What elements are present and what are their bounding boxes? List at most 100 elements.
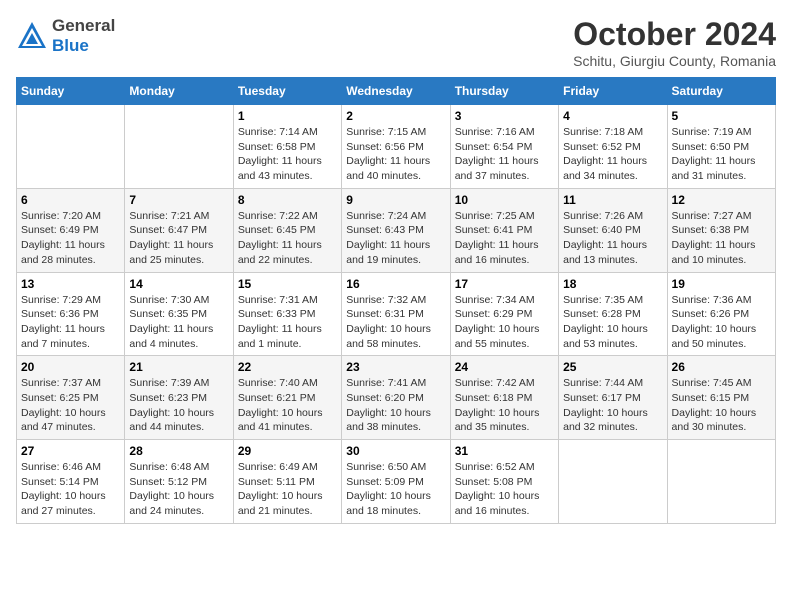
table-row: 28 Sunrise: 6:48 AMSunset: 5:12 PMDaylig… xyxy=(125,440,233,524)
day-number: 12 xyxy=(672,193,771,207)
table-row: 15 Sunrise: 7:31 AMSunset: 6:33 PMDaylig… xyxy=(233,272,341,356)
table-row: 6 Sunrise: 7:20 AMSunset: 6:49 PMDayligh… xyxy=(17,188,125,272)
col-monday: Monday xyxy=(125,78,233,105)
logo-text: General Blue xyxy=(52,16,115,56)
day-info: Sunrise: 7:20 AMSunset: 6:49 PMDaylight:… xyxy=(21,209,120,268)
day-info: Sunrise: 7:16 AMSunset: 6:54 PMDaylight:… xyxy=(455,125,554,184)
day-info: Sunrise: 7:32 AMSunset: 6:31 PMDaylight:… xyxy=(346,293,445,352)
logo-general: General xyxy=(52,16,115,36)
table-row: 23 Sunrise: 7:41 AMSunset: 6:20 PMDaylig… xyxy=(342,356,450,440)
table-row: 19 Sunrise: 7:36 AMSunset: 6:26 PMDaylig… xyxy=(667,272,775,356)
col-wednesday: Wednesday xyxy=(342,78,450,105)
calendar-week-row: 1 Sunrise: 7:14 AMSunset: 6:58 PMDayligh… xyxy=(17,105,776,189)
day-number: 9 xyxy=(346,193,445,207)
table-row: 14 Sunrise: 7:30 AMSunset: 6:35 PMDaylig… xyxy=(125,272,233,356)
table-row: 5 Sunrise: 7:19 AMSunset: 6:50 PMDayligh… xyxy=(667,105,775,189)
table-row: 30 Sunrise: 6:50 AMSunset: 5:09 PMDaylig… xyxy=(342,440,450,524)
month-title: October 2024 xyxy=(573,16,776,53)
day-info: Sunrise: 7:14 AMSunset: 6:58 PMDaylight:… xyxy=(238,125,337,184)
table-row: 24 Sunrise: 7:42 AMSunset: 6:18 PMDaylig… xyxy=(450,356,558,440)
day-number: 31 xyxy=(455,444,554,458)
day-number: 19 xyxy=(672,277,771,291)
table-row: 26 Sunrise: 7:45 AMSunset: 6:15 PMDaylig… xyxy=(667,356,775,440)
day-number: 13 xyxy=(21,277,120,291)
col-tuesday: Tuesday xyxy=(233,78,341,105)
day-info: Sunrise: 7:18 AMSunset: 6:52 PMDaylight:… xyxy=(563,125,662,184)
table-row: 3 Sunrise: 7:16 AMSunset: 6:54 PMDayligh… xyxy=(450,105,558,189)
table-row: 31 Sunrise: 6:52 AMSunset: 5:08 PMDaylig… xyxy=(450,440,558,524)
table-row: 16 Sunrise: 7:32 AMSunset: 6:31 PMDaylig… xyxy=(342,272,450,356)
title-block: October 2024 Schitu, Giurgiu County, Rom… xyxy=(573,16,776,69)
table-row: 12 Sunrise: 7:27 AMSunset: 6:38 PMDaylig… xyxy=(667,188,775,272)
day-number: 14 xyxy=(129,277,228,291)
day-number: 28 xyxy=(129,444,228,458)
calendar-table: Sunday Monday Tuesday Wednesday Thursday… xyxy=(16,77,776,524)
calendar-week-row: 20 Sunrise: 7:37 AMSunset: 6:25 PMDaylig… xyxy=(17,356,776,440)
day-number: 7 xyxy=(129,193,228,207)
col-friday: Friday xyxy=(559,78,667,105)
table-row: 27 Sunrise: 6:46 AMSunset: 5:14 PMDaylig… xyxy=(17,440,125,524)
day-info: Sunrise: 7:35 AMSunset: 6:28 PMDaylight:… xyxy=(563,293,662,352)
calendar-week-row: 27 Sunrise: 6:46 AMSunset: 5:14 PMDaylig… xyxy=(17,440,776,524)
day-number: 22 xyxy=(238,360,337,374)
day-info: Sunrise: 7:37 AMSunset: 6:25 PMDaylight:… xyxy=(21,376,120,435)
table-row: 10 Sunrise: 7:25 AMSunset: 6:41 PMDaylig… xyxy=(450,188,558,272)
logo-blue: Blue xyxy=(52,36,115,56)
table-row: 29 Sunrise: 6:49 AMSunset: 5:11 PMDaylig… xyxy=(233,440,341,524)
day-info: Sunrise: 7:15 AMSunset: 6:56 PMDaylight:… xyxy=(346,125,445,184)
col-sunday: Sunday xyxy=(17,78,125,105)
day-info: Sunrise: 6:50 AMSunset: 5:09 PMDaylight:… xyxy=(346,460,445,519)
day-number: 15 xyxy=(238,277,337,291)
table-row: 2 Sunrise: 7:15 AMSunset: 6:56 PMDayligh… xyxy=(342,105,450,189)
table-row: 7 Sunrise: 7:21 AMSunset: 6:47 PMDayligh… xyxy=(125,188,233,272)
day-info: Sunrise: 6:52 AMSunset: 5:08 PMDaylight:… xyxy=(455,460,554,519)
day-number: 27 xyxy=(21,444,120,458)
day-number: 11 xyxy=(563,193,662,207)
table-row xyxy=(667,440,775,524)
logo-icon xyxy=(16,20,48,52)
day-number: 8 xyxy=(238,193,337,207)
day-info: Sunrise: 6:49 AMSunset: 5:11 PMDaylight:… xyxy=(238,460,337,519)
day-info: Sunrise: 7:29 AMSunset: 6:36 PMDaylight:… xyxy=(21,293,120,352)
day-info: Sunrise: 7:24 AMSunset: 6:43 PMDaylight:… xyxy=(346,209,445,268)
day-number: 5 xyxy=(672,109,771,123)
calendar-week-row: 6 Sunrise: 7:20 AMSunset: 6:49 PMDayligh… xyxy=(17,188,776,272)
col-saturday: Saturday xyxy=(667,78,775,105)
day-number: 29 xyxy=(238,444,337,458)
day-number: 16 xyxy=(346,277,445,291)
day-info: Sunrise: 6:48 AMSunset: 5:12 PMDaylight:… xyxy=(129,460,228,519)
col-thursday: Thursday xyxy=(450,78,558,105)
table-row xyxy=(17,105,125,189)
day-number: 30 xyxy=(346,444,445,458)
day-info: Sunrise: 7:36 AMSunset: 6:26 PMDaylight:… xyxy=(672,293,771,352)
day-number: 23 xyxy=(346,360,445,374)
calendar-week-row: 13 Sunrise: 7:29 AMSunset: 6:36 PMDaylig… xyxy=(17,272,776,356)
day-number: 18 xyxy=(563,277,662,291)
day-info: Sunrise: 6:46 AMSunset: 5:14 PMDaylight:… xyxy=(21,460,120,519)
page-header: General Blue October 2024 Schitu, Giurgi… xyxy=(16,16,776,69)
table-row: 17 Sunrise: 7:34 AMSunset: 6:29 PMDaylig… xyxy=(450,272,558,356)
day-number: 6 xyxy=(21,193,120,207)
table-row: 1 Sunrise: 7:14 AMSunset: 6:58 PMDayligh… xyxy=(233,105,341,189)
day-info: Sunrise: 7:31 AMSunset: 6:33 PMDaylight:… xyxy=(238,293,337,352)
day-number: 10 xyxy=(455,193,554,207)
table-row: 13 Sunrise: 7:29 AMSunset: 6:36 PMDaylig… xyxy=(17,272,125,356)
day-number: 17 xyxy=(455,277,554,291)
table-row: 18 Sunrise: 7:35 AMSunset: 6:28 PMDaylig… xyxy=(559,272,667,356)
day-info: Sunrise: 7:26 AMSunset: 6:40 PMDaylight:… xyxy=(563,209,662,268)
table-row: 8 Sunrise: 7:22 AMSunset: 6:45 PMDayligh… xyxy=(233,188,341,272)
day-number: 20 xyxy=(21,360,120,374)
logo: General Blue xyxy=(16,16,115,56)
table-row: 4 Sunrise: 7:18 AMSunset: 6:52 PMDayligh… xyxy=(559,105,667,189)
day-info: Sunrise: 7:25 AMSunset: 6:41 PMDaylight:… xyxy=(455,209,554,268)
day-number: 24 xyxy=(455,360,554,374)
day-number: 25 xyxy=(563,360,662,374)
calendar-header-row: Sunday Monday Tuesday Wednesday Thursday… xyxy=(17,78,776,105)
day-info: Sunrise: 7:40 AMSunset: 6:21 PMDaylight:… xyxy=(238,376,337,435)
day-info: Sunrise: 7:41 AMSunset: 6:20 PMDaylight:… xyxy=(346,376,445,435)
day-info: Sunrise: 7:39 AMSunset: 6:23 PMDaylight:… xyxy=(129,376,228,435)
day-info: Sunrise: 7:34 AMSunset: 6:29 PMDaylight:… xyxy=(455,293,554,352)
day-number: 4 xyxy=(563,109,662,123)
table-row: 22 Sunrise: 7:40 AMSunset: 6:21 PMDaylig… xyxy=(233,356,341,440)
table-row: 9 Sunrise: 7:24 AMSunset: 6:43 PMDayligh… xyxy=(342,188,450,272)
